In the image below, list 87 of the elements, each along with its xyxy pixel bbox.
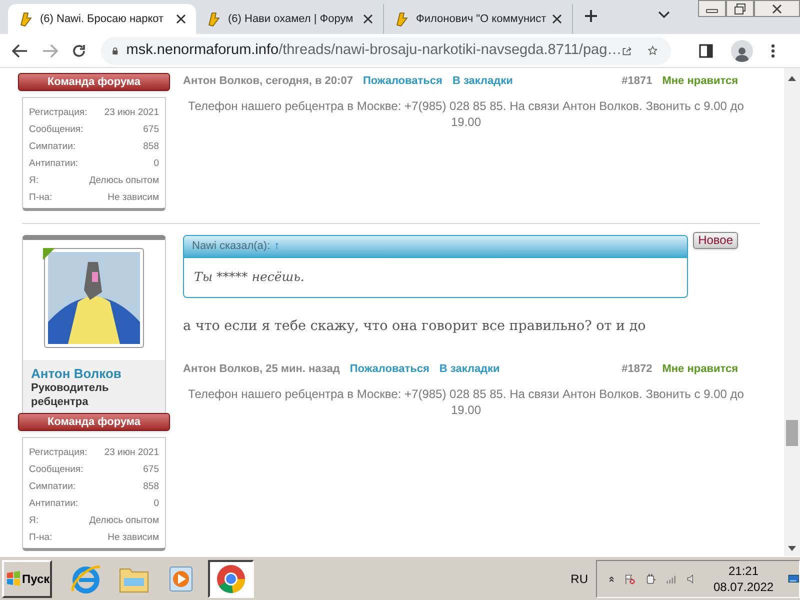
scrollbar-thumb[interactable] — [786, 420, 798, 446]
restore-icon — [734, 2, 746, 14]
stat-label: Я: — [29, 514, 38, 528]
bookmark-link[interactable]: В закладки — [452, 73, 513, 90]
favicon-icon — [206, 11, 222, 27]
quote-text: Ты ***** несёшь. — [193, 268, 306, 286]
minimize-button[interactable] — [698, 0, 726, 17]
stat-value: Делюсь опытом — [89, 174, 159, 188]
clock-time: 21:21 — [728, 562, 759, 578]
stat-value: Не зависим — [108, 191, 159, 205]
message-text: а что если я тебе скажу, что она говорит все правильно? от и до — [183, 316, 647, 336]
tab-title: (6) Нави охамел | Форум — [228, 12, 354, 27]
browser-tab[interactable]: (6) Nawi. Бросаю наркот — [8, 4, 196, 34]
stat-value: 858 — [143, 480, 159, 494]
vertical-scrollbar[interactable] — [784, 68, 800, 556]
windows-logo-icon — [6, 571, 21, 586]
jump-to-quote-link[interactable]: ↑ — [274, 238, 280, 255]
chevron-up-icon[interactable] — [609, 574, 614, 584]
stat-label: П-на: — [29, 531, 52, 545]
clock-date: 08.07.2022 — [713, 578, 774, 594]
plus-icon — [584, 9, 598, 23]
tab-title: Филонович "О коммунист — [416, 12, 546, 27]
side-panel-icon[interactable] — [699, 44, 713, 58]
lock-icon — [112, 44, 118, 56]
stat-label: Симпатии: — [29, 140, 76, 154]
restore-button[interactable] — [726, 0, 754, 17]
team-badge: Команда форума — [18, 73, 170, 91]
stat-label: Я: — [29, 174, 38, 188]
minimize-icon — [706, 9, 718, 13]
report-link[interactable]: Пожаловаться — [362, 73, 442, 90]
browser-e-icon — [70, 562, 102, 594]
tab-search-button[interactable] — [657, 10, 671, 20]
address-bar[interactable]: msk.nenormaforum.info/threads/nawi-brosaju-narkotiki-navsegda.8711/pag… — [101, 36, 671, 64]
star-icon[interactable] — [648, 43, 657, 58]
scroll-down-icon[interactable] — [788, 546, 796, 551]
stat-label: Сообщения: — [29, 463, 84, 477]
user-title: Руководитель ребцентра — [31, 381, 110, 409]
close-icon[interactable] — [552, 14, 562, 24]
bookmark-link[interactable]: В закладки — [439, 361, 500, 378]
reload-icon[interactable] — [72, 44, 86, 58]
post-byline: Антон Волков, 25 мин. назад — [183, 362, 340, 377]
stat-label: Регистрация: — [29, 446, 88, 460]
language-indicator[interactable]: RU — [570, 570, 588, 588]
team-badge: Команда форума — [18, 413, 170, 431]
like-link[interactable]: Мне нравится — [662, 73, 738, 90]
stat-value: 858 — [143, 140, 159, 154]
post-number-link[interactable]: #1872 — [622, 361, 652, 378]
stat-value: 675 — [143, 123, 159, 137]
stat-value: 0 — [154, 157, 159, 171]
close-icon[interactable] — [176, 14, 186, 24]
close-icon[interactable] — [363, 14, 373, 24]
stat-label: Антипатии: — [29, 497, 78, 511]
quote-author: Nawi сказал(а): — [192, 239, 270, 254]
start-button[interactable]: Пуск — [2, 560, 52, 598]
stat-label: Антипатии: — [29, 157, 78, 171]
scroll-up-icon[interactable] — [788, 76, 796, 81]
stat-value: 23 июн 2021 — [104, 106, 159, 120]
back-arrow-icon[interactable] — [12, 44, 28, 58]
stat-value: 23 июн 2021 — [104, 446, 159, 460]
stat-value: Делюсь опытом — [89, 514, 159, 528]
url-text: msk.nenormaforum.info/threads/nawi-brosaju-narkotiki-navsegda.8711/pag… — [126, 40, 622, 60]
chrome-icon — [216, 564, 246, 594]
stat-value: 0 — [154, 497, 159, 511]
taskbar-app-button[interactable] — [208, 560, 254, 598]
stat-label: П-на: — [29, 191, 52, 205]
signature-text: Телефон нашего ребцентра в Москве: +7(985) 028 85 85. На связи Антон Волков. Звонить с 9.00 до 19.00 — [187, 98, 745, 130]
favicon-icon — [18, 11, 34, 27]
report-link[interactable]: Пожаловаться — [350, 361, 430, 378]
stat-value: 675 — [143, 463, 159, 477]
close-button[interactable] — [754, 0, 800, 17]
stat-label: Сообщения: — [29, 123, 84, 137]
username-link[interactable]: Антон Волков — [31, 366, 157, 381]
stat-value: Не зависим — [108, 531, 159, 545]
favicon-icon — [394, 11, 410, 27]
tab-title: (6) Nawi. Бросаю наркот — [40, 12, 165, 27]
chevron-down-icon — [657, 10, 671, 20]
clock[interactable]: 21:21 08.07.2022 — [713, 562, 774, 594]
signature-text: Телефон нашего ребцентра в Москве: +7(985) 028 85 85. На связи Антон Волков. Звонить с 9.00 до 19.00 — [187, 386, 745, 418]
post-number-link[interactable]: #1871 — [622, 73, 652, 90]
menu-icon[interactable] — [771, 44, 775, 58]
stat-label: Регистрация: — [29, 106, 88, 120]
close-icon — [771, 4, 783, 14]
post-byline: Антон Волков, сегодня, в 20:07 — [183, 74, 353, 89]
new-post-label: Новое — [693, 232, 738, 249]
stat-label: Симпатии: — [29, 480, 76, 494]
profile-avatar-icon[interactable] — [731, 40, 753, 62]
like-link[interactable]: Мне нравится — [662, 361, 738, 378]
